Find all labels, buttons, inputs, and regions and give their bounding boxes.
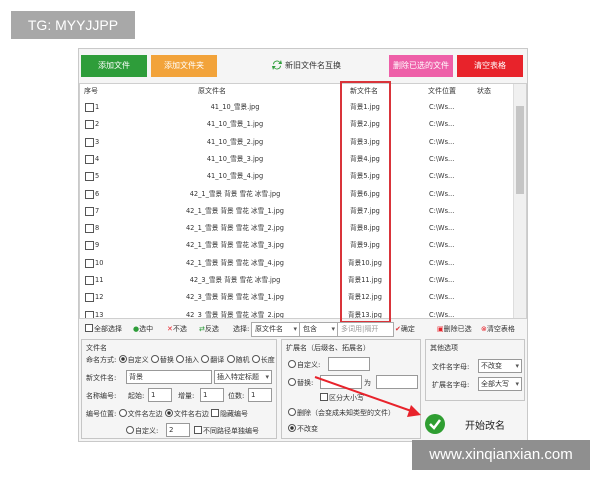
channel-tag: TG: MYYJJPP [11,11,135,39]
batch-rename-window: 添加文件 添加文件夹 新旧文件名互换 删除已选的文件 清空表格 序号 原文件名 … [78,48,528,442]
site-watermark: www.xinqianxian.com [412,440,590,470]
red-arrow-annotation [314,376,421,417]
